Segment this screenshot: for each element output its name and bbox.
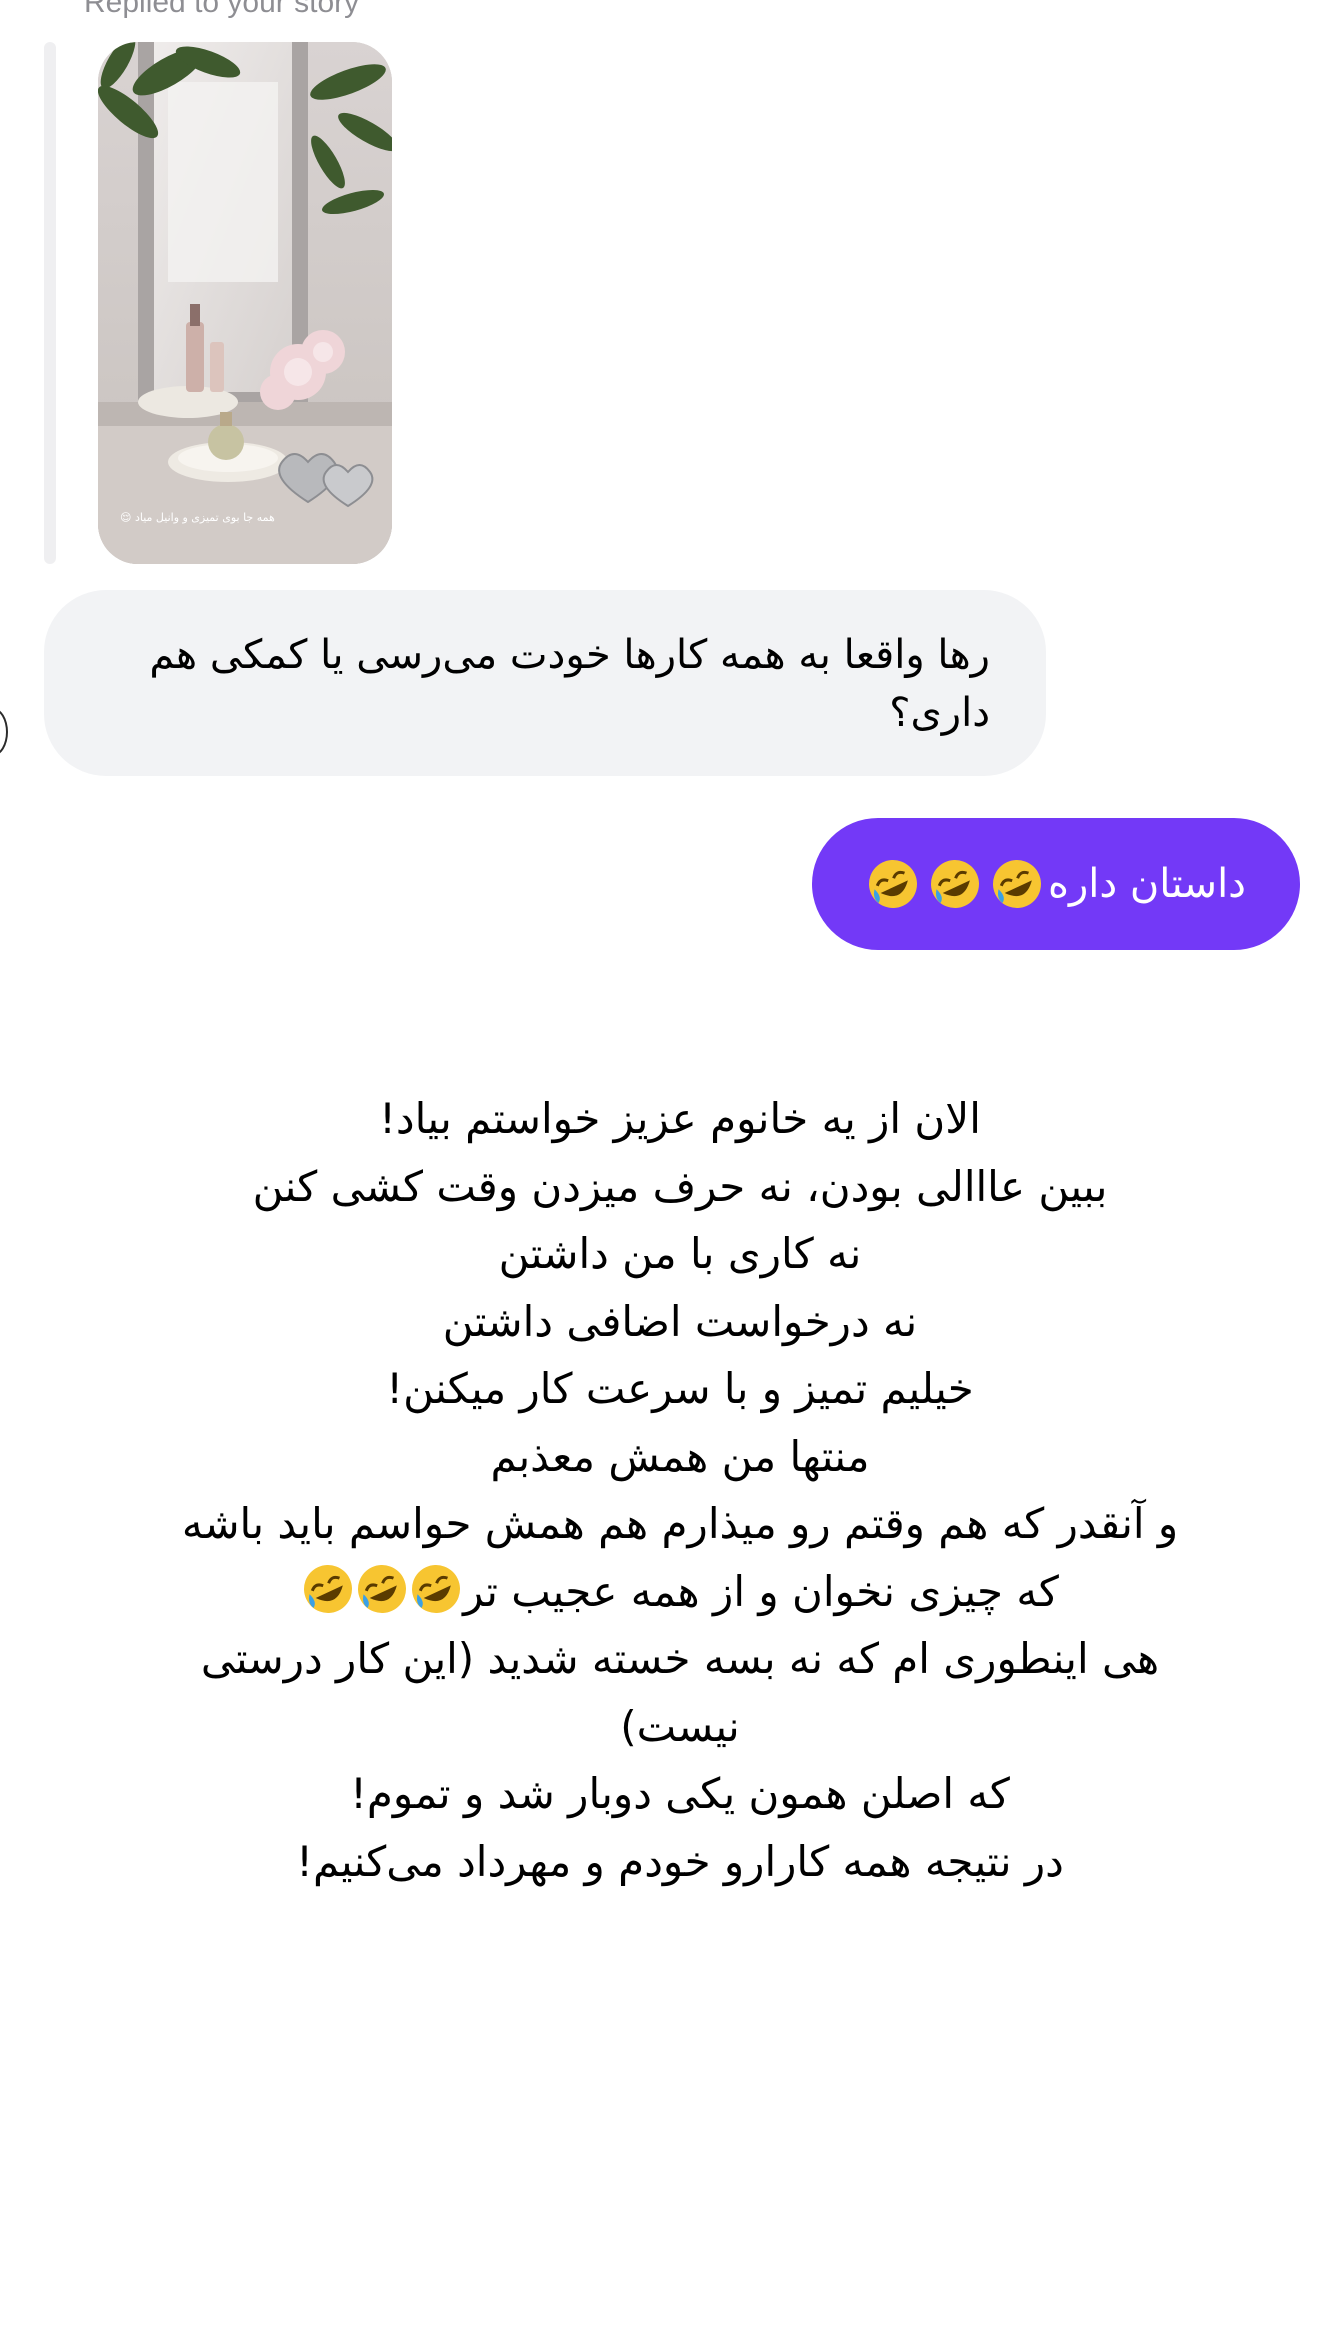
story-text-line: منتها من همش معذبم [490, 1431, 870, 1481]
sender-avatar[interactable] [0, 708, 8, 756]
rolling-on-floor-laughing-icon [993, 860, 1041, 908]
story-text-line: در نتیجه همه کارارو خودم و مهرداد می‌کنی… [296, 1836, 1064, 1886]
story-text-line: که اصلن همون یکی دوبار شد و تموم! [350, 1769, 1010, 1818]
story-text-line: و آنقدر که هم وقتم رو میذارم هم همش حواس… [181, 1499, 1179, 1548]
story-text-line: نه کاری با من داشتن [498, 1229, 862, 1278]
story-text-line: الان از یه خانوم عزیز خواستم بیاد! [379, 1094, 981, 1143]
replied-to-story-label: Replied to your story [84, 0, 360, 19]
story-text-line: نه درخواست اضافی داشتن [442, 1296, 918, 1346]
story-photo-icon [98, 42, 392, 564]
story-preview-thumbnail[interactable]: همه جا بوی تمیزی و وانیل میاد 😌 [98, 42, 392, 564]
reply-quote-bar [44, 42, 56, 564]
story-text-block: الان از یه خانوم عزیز خواستم بیاد! ببین … [140, 1085, 1220, 1895]
story-caption: همه جا بوی تمیزی و وانیل میاد 😌 [120, 511, 275, 524]
story-text-line: که چیزی نخوان و از همه عجیب تر [463, 1566, 1059, 1616]
rolling-on-floor-laughing-icon [931, 860, 979, 908]
story-text-line: ببین عااالی بودن، نه حرف میزدن وقت کشی ک… [252, 1161, 1108, 1211]
story-text-line: هی اینطوری ام که نه بسه خسته شدید (این ک… [200, 1634, 1160, 1683]
emoji-row [866, 857, 1044, 911]
rolling-on-floor-laughing-icon [304, 1564, 353, 1613]
incoming-message-bubble[interactable]: رها واقعا به همه کارها خودت می‌رسی یا کم… [44, 590, 1046, 776]
rolling-on-floor-laughing-icon [869, 860, 917, 908]
incoming-message-text: رها واقعا به همه کارها خودت می‌رسی یا کم… [149, 632, 990, 736]
story-text-line-with-emoji: که چیزی نخوان و از همه عجیب تر [140, 1558, 1220, 1626]
story-text-line: خیلیم تمیز و با سرعت کار میکنن! [386, 1364, 974, 1413]
outgoing-message-bubble[interactable]: داستان داره [812, 818, 1300, 950]
outgoing-message-text: داستان داره [1048, 861, 1246, 907]
rolling-on-floor-laughing-icon [358, 1564, 407, 1613]
story-text-line: نیست) [620, 1701, 740, 1751]
rolling-on-floor-laughing-icon [412, 1564, 461, 1613]
